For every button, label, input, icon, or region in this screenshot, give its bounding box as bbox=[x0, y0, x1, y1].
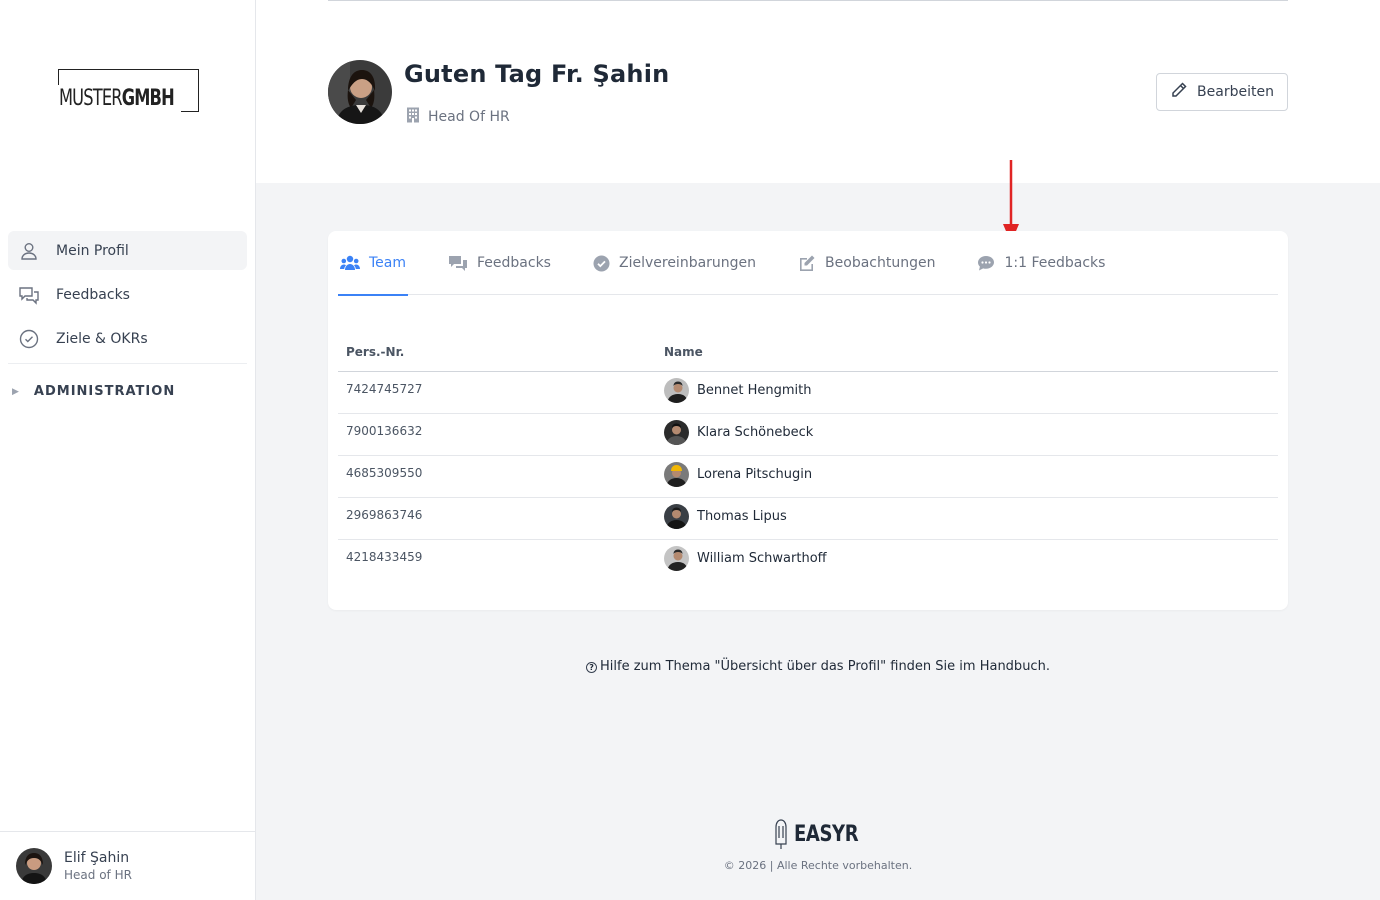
check-circle-icon bbox=[18, 328, 40, 350]
tab-beobachtungen[interactable]: Beobachtungen bbox=[796, 231, 937, 295]
logo-text: MUSTERGMBH bbox=[59, 86, 175, 112]
sidebar: MUSTERGMBH Mein Profil Feedbacks Ziele &… bbox=[0, 0, 256, 900]
copyright: © 2026 | Alle Rechte vorbehalten. bbox=[723, 859, 913, 872]
tab-zielvereinbarungen[interactable]: Zielvereinbarungen bbox=[591, 231, 758, 295]
easyr-logo: EASYR bbox=[772, 818, 872, 850]
name-cell: William Schwarthoff bbox=[656, 539, 1278, 581]
table-row[interactable]: 7424745727 Bennet Hengmith bbox=[338, 371, 1278, 414]
avatar bbox=[664, 419, 689, 445]
edit-icon bbox=[798, 254, 816, 272]
building-icon bbox=[406, 107, 420, 127]
header-divider bbox=[328, 0, 1288, 1]
employee-name: William Schwarthoff bbox=[697, 550, 827, 566]
sidebar-item-ziele-okrs[interactable]: Ziele & OKRs bbox=[8, 319, 247, 358]
sidebar-item-label: Feedbacks bbox=[56, 286, 130, 303]
help-text: Hilfe zum Thema "Übersicht über das Prof… bbox=[600, 659, 1050, 674]
page-title: Guten Tag Fr. Şahin bbox=[404, 60, 670, 88]
name-cell: Thomas Lipus bbox=[656, 497, 1278, 540]
logo-text-bold: GMBH bbox=[121, 86, 175, 111]
easyr-brand: EASYR bbox=[794, 821, 859, 847]
pers-nr-cell: 7900136632 bbox=[338, 413, 656, 456]
caret-right-icon: ▶ bbox=[12, 386, 20, 397]
column-header-pers-nr[interactable]: Pers.-Nr. bbox=[338, 333, 656, 372]
tab-feedbacks[interactable]: Feedbacks bbox=[446, 231, 553, 295]
table-row[interactable]: 2969863746 Thomas Lipus bbox=[338, 497, 1278, 540]
team-table: Pers.-Nr. Name 7424745727 Bennet Hengmit… bbox=[338, 333, 1278, 581]
sidebar-item-feedbacks[interactable]: Feedbacks bbox=[8, 275, 247, 314]
avatar bbox=[664, 377, 689, 403]
table-row[interactable]: 7900136632 Klara Schönebeck bbox=[338, 413, 1278, 456]
comment-dots-icon bbox=[977, 255, 995, 272]
job-title-text: Head Of HR bbox=[428, 109, 510, 125]
sidebar-divider bbox=[8, 363, 247, 364]
avatar bbox=[16, 848, 52, 884]
edit-profile-button[interactable]: Bearbeiten bbox=[1156, 73, 1288, 111]
pers-nr-cell: 2969863746 bbox=[338, 497, 656, 540]
avatar bbox=[664, 545, 689, 571]
employee-name: Klara Schönebeck bbox=[697, 424, 814, 440]
employee-name: Lorena Pitschugin bbox=[697, 466, 813, 482]
column-header-name[interactable]: Name bbox=[656, 333, 1278, 372]
chat-bubbles-icon bbox=[18, 284, 40, 306]
logo-frame-left bbox=[58, 69, 59, 85]
sidebar-user[interactable]: Elif Şahin Head of HR bbox=[0, 831, 255, 900]
comments-icon bbox=[448, 255, 468, 272]
sidebar-item-label: Mein Profil bbox=[56, 242, 129, 259]
tab-1-1-feedbacks[interactable]: 1:1 Feedbacks bbox=[975, 231, 1107, 295]
tab-label: Zielvereinbarungen bbox=[618, 255, 757, 271]
profile-header: Guten Tag Fr. Şahin Head Of HR Bearbeite… bbox=[256, 0, 1380, 183]
job-title: Head Of HR bbox=[406, 107, 510, 127]
edit-button-label: Bearbeiten bbox=[1197, 84, 1274, 100]
table-row[interactable]: 4218433459 William Schwarthoff bbox=[338, 539, 1278, 581]
avatar bbox=[664, 461, 689, 487]
check-circle-icon bbox=[593, 255, 610, 272]
admin-label: ADMINISTRATION bbox=[33, 384, 176, 399]
tab-label: Feedbacks bbox=[477, 255, 551, 271]
user-name: Elif Şahin bbox=[64, 850, 130, 866]
profile-card: Team Feedbacks Zielvereinbarungen Beobac… bbox=[328, 231, 1288, 610]
pers-nr-cell: 7424745727 bbox=[338, 371, 656, 414]
tab-label: Beobachtungen bbox=[825, 255, 936, 271]
help-hint[interactable]: ? Hilfe zum Thema "Übersicht über das Pro… bbox=[256, 659, 1380, 674]
question-circle-icon: ? bbox=[586, 662, 598, 673]
employee-name: Thomas Lipus bbox=[697, 508, 787, 524]
avatar bbox=[664, 503, 689, 529]
table-row[interactable]: 4685309550 Lorena Pitschugin bbox=[338, 455, 1278, 498]
pers-nr-cell: 4218433459 bbox=[346, 549, 423, 564]
easyr-logo-icon bbox=[775, 819, 787, 849]
table-header-row: Pers.-Nr. Name bbox=[338, 333, 1278, 372]
tab-label: Team bbox=[369, 255, 407, 271]
tab-team[interactable]: Team bbox=[338, 231, 409, 296]
logo-frame-bottom bbox=[181, 111, 199, 112]
user-role: Head of HR bbox=[64, 868, 132, 882]
name-cell: Lorena Pitschugin bbox=[656, 455, 1278, 498]
tab-label: 1:1 Feedbacks bbox=[1004, 255, 1106, 271]
name-cell: Klara Schönebeck bbox=[656, 413, 1278, 456]
sidebar-item-label: Ziele & OKRs bbox=[56, 330, 148, 347]
pers-nr-cell: 4685309550 bbox=[338, 455, 656, 498]
tab-bar: Team Feedbacks Zielvereinbarungen Beobac… bbox=[338, 231, 1278, 296]
avatar bbox=[328, 60, 392, 124]
sidebar-section-administration[interactable]: ▶ ADMINISTRATION bbox=[12, 384, 175, 399]
name-cell: Bennet Hengmith bbox=[656, 371, 1278, 414]
user-icon bbox=[18, 240, 40, 262]
employee-name: Bennet Hengmith bbox=[697, 382, 812, 398]
logo-text-light: MUSTER bbox=[59, 86, 123, 111]
pencil-icon bbox=[1170, 81, 1188, 103]
sidebar-item-mein-profil[interactable]: Mein Profil bbox=[8, 231, 247, 270]
sidebar-nav: Mein Profil Feedbacks Ziele & OKRs bbox=[8, 231, 247, 363]
users-icon bbox=[340, 255, 360, 271]
